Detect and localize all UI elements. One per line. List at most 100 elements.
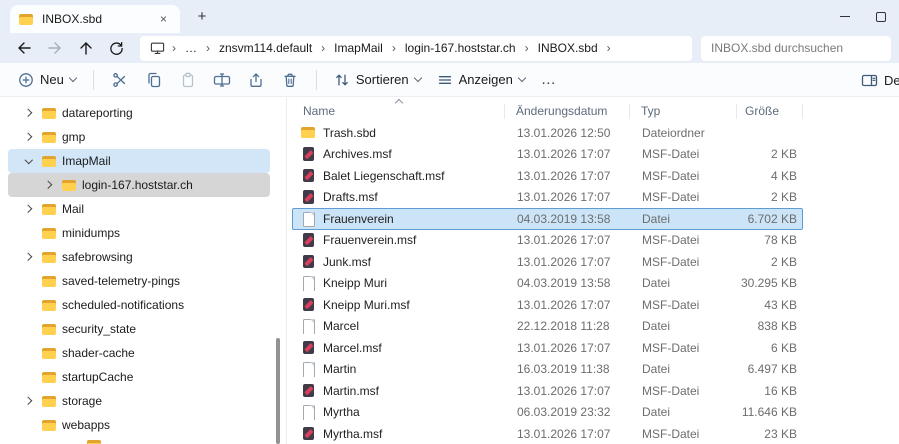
- folder-icon: [41, 297, 57, 313]
- details-pane-label: Details: [884, 73, 899, 88]
- breadcrumb-segment-profile[interactable]: znsvm114.default: [217, 40, 314, 56]
- folder-icon: [41, 321, 57, 337]
- file-type: MSF-Datei: [631, 255, 738, 269]
- sidebar-item-security-state[interactable]: security_state: [8, 317, 270, 341]
- file-row[interactable]: Martin.msf 13.01.2026 17:07 MSF-Datei 16…: [292, 380, 803, 402]
- chevron-slot-empty: [22, 298, 36, 312]
- close-tab-icon[interactable]: ×: [155, 11, 172, 28]
- paste-icon: [180, 72, 196, 88]
- sidebar-item-safebrowsing[interactable]: safebrowsing: [8, 245, 270, 269]
- sidebar-item-label: datareporting: [62, 106, 133, 120]
- up-button[interactable]: [70, 35, 101, 61]
- file-row[interactable]: Trash.sbd 13.01.2026 12:50 Dateiordner: [292, 122, 803, 144]
- more-options-button[interactable]: …: [541, 71, 557, 88]
- sidebar-item-datareporting[interactable]: datareporting: [8, 101, 270, 125]
- forward-button[interactable]: [39, 35, 70, 61]
- chevron-right-icon[interactable]: [42, 178, 56, 192]
- sidebar-item-gmp[interactable]: gmp: [8, 125, 270, 149]
- address-bar: › … › znsvm114.default › ImapMail › logi…: [0, 33, 899, 63]
- search-box: [701, 36, 891, 61]
- content-area: datareporting gmp ImapMail login-167.hos…: [0, 97, 899, 444]
- sidebar-item-startupcache[interactable]: startupCache: [8, 365, 270, 389]
- back-arrow-icon: [16, 41, 32, 55]
- file-date: 13.01.2026 17:07: [506, 169, 631, 183]
- sidebar-item-scheduled-notifications[interactable]: scheduled-notifications: [8, 293, 270, 317]
- file-name: Archives.msf: [323, 147, 392, 161]
- maximize-button[interactable]: [863, 0, 899, 33]
- chevron-down-icon[interactable]: [22, 154, 36, 168]
- file-type: MSF-Datei: [631, 427, 738, 441]
- sidebar-item-imapmail[interactable]: ImapMail: [8, 149, 270, 173]
- refresh-button[interactable]: [101, 35, 132, 61]
- new-tab-button[interactable]: +: [190, 5, 214, 29]
- back-button[interactable]: [8, 35, 39, 61]
- file-icon: [300, 361, 316, 377]
- cut-button[interactable]: [105, 66, 135, 94]
- sidebar-item-login-167-hoststar-ch[interactable]: login-167.hoststar.ch: [8, 173, 270, 197]
- rename-button[interactable]: [207, 66, 237, 94]
- details-pane-icon: [861, 73, 878, 88]
- window-controls: [827, 0, 899, 33]
- chevron-right-icon[interactable]: [22, 250, 36, 264]
- file-row[interactable]: Frauenverein.msf 13.01.2026 17:07 MSF-Da…: [292, 230, 803, 252]
- sidebar-scrollbar[interactable]: [276, 338, 280, 444]
- sidebar-item-saved-telemetry-pings[interactable]: saved-telemetry-pings: [8, 269, 270, 293]
- sidebar-item-minidumps[interactable]: minidumps: [8, 221, 270, 245]
- file-row[interactable]: Myrtha.msf 13.01.2026 17:07 MSF-Datei 23…: [292, 423, 803, 444]
- file-row-selected[interactable]: Frauenverein 04.03.2019 13:58 Datei 6.70…: [292, 208, 803, 230]
- details-pane-button[interactable]: Details: [861, 63, 899, 97]
- folder-icon: [41, 417, 57, 433]
- sidebar-item-storage[interactable]: storage: [8, 389, 270, 413]
- file-row[interactable]: Martin 16.03.2019 11:38 Datei 6.497 KB: [292, 359, 803, 381]
- search-input[interactable]: [701, 41, 891, 55]
- file-row[interactable]: Junk.msf 13.01.2026 17:07 MSF-Datei 2 KB: [292, 251, 803, 273]
- new-button[interactable]: Neu: [10, 66, 84, 94]
- folder-icon: [41, 249, 57, 265]
- file-row[interactable]: Myrtha 06.03.2019 23:32 Datei 11.646 KB: [292, 402, 803, 424]
- file-row[interactable]: Marcel 22.12.2018 11:28 Datei 838 KB: [292, 316, 803, 338]
- column-header-size[interactable]: Größe: [737, 104, 803, 119]
- file-row[interactable]: Kneipp Muri.msf 13.01.2026 17:07 MSF-Dat…: [292, 294, 803, 316]
- file-type: Datei: [631, 319, 738, 333]
- file-type: MSF-Datei: [631, 169, 738, 183]
- breadcrumb-segment-imapmail[interactable]: ImapMail: [332, 40, 385, 56]
- sidebar-item-shader-cache[interactable]: shader-cache: [8, 341, 270, 365]
- breadcrumb[interactable]: › … › znsvm114.default › ImapMail › logi…: [140, 36, 692, 61]
- file-row[interactable]: Drafts.msf 13.01.2026 17:07 MSF-Datei 2 …: [292, 187, 803, 209]
- file-list-pane: Name Änderungsdatum Typ Größe Trash.sbd …: [287, 97, 899, 444]
- file-row[interactable]: Archives.msf 13.01.2026 17:07 MSF-Datei …: [292, 144, 803, 166]
- delete-button[interactable]: [275, 66, 305, 94]
- breadcrumb-segment-inbox[interactable]: INBOX.sbd: [536, 40, 600, 56]
- toolbar-divider: [93, 70, 94, 90]
- column-header-type[interactable]: Typ: [630, 104, 737, 119]
- minimize-button[interactable]: [827, 0, 863, 33]
- column-header-date[interactable]: Änderungsdatum: [505, 104, 630, 119]
- file-name: Kneipp Muri: [323, 276, 387, 290]
- file-size: 2 KB: [738, 190, 802, 204]
- sort-button[interactable]: Sortieren: [326, 66, 429, 94]
- copy-button[interactable]: [139, 66, 169, 94]
- forward-arrow-icon: [47, 41, 63, 55]
- sidebar-item-webapps[interactable]: webapps: [8, 413, 270, 437]
- paste-button[interactable]: [173, 66, 203, 94]
- share-button[interactable]: [241, 66, 271, 94]
- file-name: Martin.msf: [323, 384, 379, 398]
- sidebar-item-mail[interactable]: Mail: [8, 197, 270, 221]
- file-name: Marcel.msf: [323, 341, 382, 355]
- delete-icon: [282, 72, 298, 88]
- file-row[interactable]: Marcel.msf 13.01.2026 17:07 MSF-Datei 6 …: [292, 337, 803, 359]
- breadcrumb-segment-server[interactable]: login-167.hoststar.ch: [403, 40, 518, 56]
- chevron-right-icon[interactable]: [22, 394, 36, 408]
- file-type: Datei: [631, 212, 738, 226]
- chevron-right-icon[interactable]: [22, 130, 36, 144]
- title-bar: INBOX.sbd × +: [0, 0, 899, 33]
- file-row[interactable]: Balet Liegenschaft.msf 13.01.2026 17:07 …: [292, 165, 803, 187]
- chevron-separator-icon: ›: [321, 41, 325, 55]
- explorer-tab[interactable]: INBOX.sbd ×: [10, 5, 180, 33]
- view-button[interactable]: Anzeigen: [429, 66, 533, 94]
- chevron-right-icon[interactable]: [22, 106, 36, 120]
- chevron-right-icon[interactable]: [22, 202, 36, 216]
- breadcrumb-collapsed[interactable]: …: [183, 40, 199, 56]
- file-row[interactable]: Kneipp Muri 04.03.2019 13:58 Datei 30.29…: [292, 273, 803, 295]
- folder-icon: [41, 345, 57, 361]
